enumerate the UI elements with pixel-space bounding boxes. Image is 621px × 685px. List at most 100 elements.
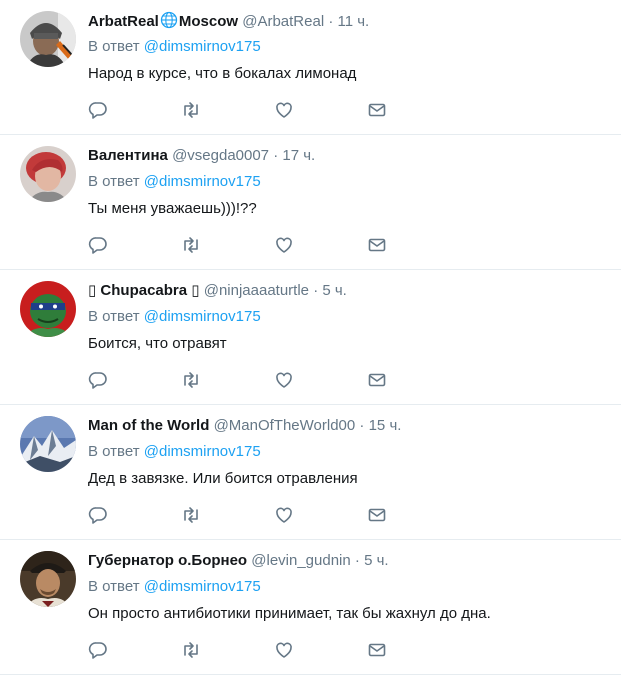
like-icon bbox=[276, 372, 292, 388]
avatar[interactable] bbox=[20, 146, 76, 202]
display-name[interactable]: ArbatReal bbox=[88, 13, 159, 30]
tweet-actions bbox=[88, 235, 488, 255]
message-icon bbox=[368, 103, 386, 117]
message-button[interactable] bbox=[367, 370, 460, 390]
timestamp[interactable]: 15 ч. bbox=[369, 417, 402, 434]
reply-button[interactable] bbox=[88, 505, 181, 525]
reply-button[interactable] bbox=[88, 235, 181, 255]
like-button[interactable] bbox=[274, 370, 367, 390]
display-name[interactable]: ▯ Chupacabra ▯ bbox=[88, 282, 200, 299]
tweet[interactable]: Губернатор о.Борнео @levin_gudnin · 5 ч.… bbox=[0, 540, 621, 675]
reply-icon bbox=[88, 372, 107, 389]
reply-icon bbox=[88, 237, 107, 254]
timestamp[interactable]: 5 ч. bbox=[364, 552, 389, 569]
reply-prefix: В ответ bbox=[88, 173, 140, 190]
replies-feed: ArbatReal Moscow @ArbatReal · 11 ч. В отв… bbox=[0, 0, 621, 675]
reply-button[interactable] bbox=[88, 640, 181, 660]
like-icon bbox=[276, 642, 292, 658]
mention-link[interactable]: @dimsmirnov175 bbox=[144, 578, 261, 595]
retweet-icon bbox=[184, 237, 198, 253]
reply-context: В ответ @dimsmirnov175 bbox=[88, 442, 261, 462]
globe-icon bbox=[160, 11, 178, 29]
tweet-actions bbox=[88, 370, 488, 390]
like-icon bbox=[276, 507, 292, 523]
reply-button[interactable] bbox=[88, 100, 181, 120]
reply-context: В ответ @dimsmirnov175 bbox=[88, 37, 261, 57]
retweet-icon bbox=[184, 102, 198, 118]
avatar[interactable] bbox=[20, 416, 76, 472]
message-icon bbox=[368, 238, 386, 252]
message-button[interactable] bbox=[367, 505, 460, 525]
message-icon bbox=[368, 643, 386, 657]
tweet-text: Он просто антибиотики принимает, так бы … bbox=[88, 605, 491, 622]
reply-icon bbox=[88, 507, 107, 524]
like-icon bbox=[276, 237, 292, 253]
user-handle[interactable]: @ArbatReal bbox=[242, 13, 324, 30]
like-icon bbox=[276, 102, 292, 118]
avatar[interactable] bbox=[20, 551, 76, 607]
tweet-header: Man of the World @ManOfTheWorld00 · 15 ч… bbox=[88, 416, 401, 436]
message-icon bbox=[368, 508, 386, 522]
tweet-text: Народ в курсе, что в бокалах лимонад bbox=[88, 65, 357, 82]
tweet[interactable]: Валентина @vsegda0007 · 17 ч. В ответ @d… bbox=[0, 135, 621, 270]
timestamp[interactable]: 11 ч. bbox=[338, 13, 370, 30]
separator-dot: · bbox=[313, 282, 319, 299]
retweet-icon bbox=[184, 642, 198, 658]
tweet-actions bbox=[88, 100, 488, 120]
user-handle[interactable]: @ninjaaaaturtle bbox=[204, 282, 309, 299]
tweet-header: ▯ Chupacabra ▯ @ninjaaaaturtle · 5 ч. bbox=[88, 281, 347, 301]
message-button[interactable] bbox=[367, 640, 460, 660]
avatar[interactable] bbox=[20, 281, 76, 337]
like-button[interactable] bbox=[274, 505, 367, 525]
retweet-button[interactable] bbox=[181, 100, 274, 120]
tweet[interactable]: ▯ Chupacabra ▯ @ninjaaaaturtle · 5 ч. В … bbox=[0, 270, 621, 405]
message-button[interactable] bbox=[367, 100, 460, 120]
reply-icon bbox=[88, 102, 107, 119]
reply-button[interactable] bbox=[88, 370, 181, 390]
display-name[interactable]: Man of the World bbox=[88, 417, 209, 434]
retweet-button[interactable] bbox=[181, 235, 274, 255]
reply-context: В ответ @dimsmirnov175 bbox=[88, 577, 261, 597]
user-handle[interactable]: @vsegda0007 bbox=[172, 147, 269, 164]
tweet-actions bbox=[88, 640, 488, 660]
user-handle[interactable]: @ManOfTheWorld00 bbox=[214, 417, 356, 434]
retweet-icon bbox=[184, 507, 198, 523]
message-button[interactable] bbox=[367, 235, 460, 255]
separator-dot: · bbox=[273, 147, 279, 164]
timestamp[interactable]: 5 ч. bbox=[322, 282, 347, 299]
tweet-text: Дед в завязке. Или боится отравления bbox=[88, 470, 358, 487]
like-button[interactable] bbox=[274, 100, 367, 120]
like-button[interactable] bbox=[274, 235, 367, 255]
mention-link[interactable]: @dimsmirnov175 bbox=[144, 173, 261, 190]
tweet-header: Валентина @vsegda0007 · 17 ч. bbox=[88, 146, 315, 166]
user-handle[interactable]: @levin_gudnin bbox=[251, 552, 350, 569]
tweet[interactable]: Man of the World @ManOfTheWorld00 · 15 ч… bbox=[0, 405, 621, 540]
reply-context: В ответ @dimsmirnov175 bbox=[88, 172, 261, 192]
display-name-suffix[interactable]: Moscow bbox=[179, 13, 238, 30]
retweet-icon bbox=[184, 372, 198, 388]
mention-link[interactable]: @dimsmirnov175 bbox=[144, 38, 261, 55]
reply-prefix: В ответ bbox=[88, 308, 140, 325]
like-button[interactable] bbox=[274, 640, 367, 660]
mention-link[interactable]: @dimsmirnov175 bbox=[144, 443, 261, 460]
display-name[interactable]: Губернатор о.Борнео bbox=[88, 552, 247, 569]
retweet-button[interactable] bbox=[181, 505, 274, 525]
tweet-text: Боится, что отравят bbox=[88, 335, 227, 352]
retweet-button[interactable] bbox=[181, 370, 274, 390]
message-icon bbox=[368, 373, 386, 387]
mention-link[interactable]: @dimsmirnov175 bbox=[144, 308, 261, 325]
timestamp[interactable]: 17 ч. bbox=[282, 147, 315, 164]
display-name[interactable]: Валентина bbox=[88, 147, 168, 164]
tweet-header: Губернатор о.Борнео @levin_gudnin · 5 ч. bbox=[88, 551, 389, 571]
reply-prefix: В ответ bbox=[88, 38, 140, 55]
tweet[interactable]: ArbatReal Moscow @ArbatReal · 11 ч. В отв… bbox=[0, 0, 621, 135]
reply-icon bbox=[88, 642, 107, 659]
tweet-actions bbox=[88, 505, 488, 525]
avatar[interactable] bbox=[20, 11, 76, 67]
retweet-button[interactable] bbox=[181, 640, 274, 660]
tweet-header: ArbatReal Moscow @ArbatReal · 11 ч. bbox=[88, 11, 369, 32]
reply-prefix: В ответ bbox=[88, 443, 140, 460]
tweet-text: Ты меня уважаешь)))!?? bbox=[88, 200, 257, 217]
separator-dot: · bbox=[328, 13, 334, 30]
separator-dot: · bbox=[354, 552, 360, 569]
